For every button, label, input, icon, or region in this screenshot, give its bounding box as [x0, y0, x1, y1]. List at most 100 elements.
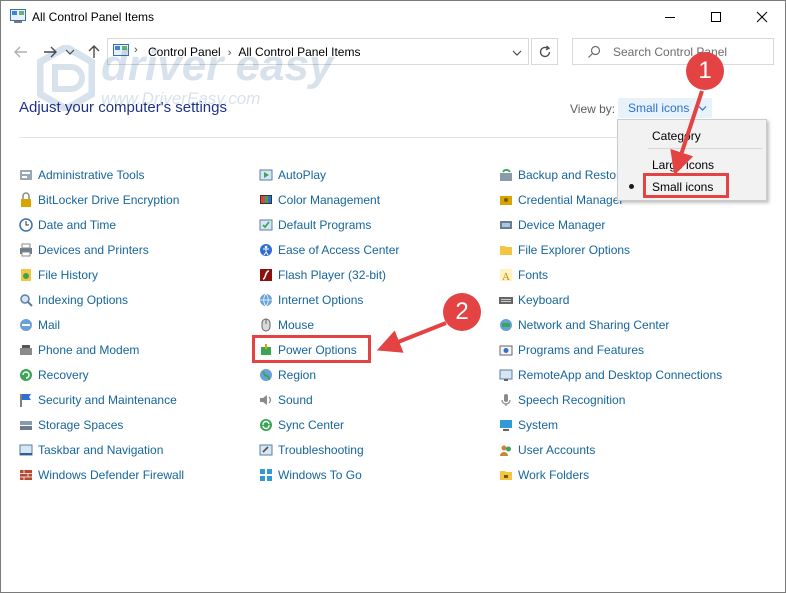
close-button[interactable] [739, 1, 785, 33]
control-panel-item-default-programs[interactable]: Default Programs [258, 215, 371, 235]
control-panel-item-mail[interactable]: Mail [18, 315, 60, 335]
users-icon [500, 445, 511, 456]
control-panel-item-device-manager[interactable]: Device Manager [498, 215, 605, 235]
item-label: Flash Player (32-bit) [278, 268, 387, 282]
control-panel-item-system[interactable]: System [498, 415, 558, 435]
firewall-icon [20, 470, 32, 480]
item-label: Troubleshooting [278, 443, 364, 457]
speech-icon [501, 394, 511, 406]
control-panel-item-credential[interactable]: Credential Manager [498, 190, 623, 210]
device-manager-icon [500, 221, 512, 229]
taskbar-icon [19, 444, 33, 456]
admin-tools-icon [20, 170, 32, 180]
maximize-icon [711, 12, 721, 22]
maximize-button[interactable] [693, 1, 739, 33]
minimize-button[interactable] [647, 1, 693, 33]
item-label: Recovery [38, 368, 89, 382]
item-label: Internet Options [278, 293, 364, 307]
clock-icon [19, 218, 33, 232]
item-label: File History [38, 268, 99, 282]
control-panel-item-clock[interactable]: Date and Time [18, 215, 116, 235]
item-label: RemoteApp and Desktop Connections [518, 368, 723, 382]
refresh-button[interactable] [531, 38, 558, 65]
dropdown-option-large-icons[interactable]: Large icons [652, 158, 714, 172]
search-input[interactable]: Search Control Panel [572, 38, 774, 65]
control-panel-item-phone[interactable]: Phone and Modem [18, 340, 139, 360]
item-label: Credential Manager [518, 193, 624, 207]
item-label: BitLocker Drive Encryption [38, 193, 180, 207]
close-icon [756, 11, 768, 23]
view-by-value: Small icons [628, 101, 690, 115]
control-panel-item-network[interactable]: Network and Sharing Center [498, 315, 669, 335]
control-panel-item-ease-access[interactable]: Ease of Access Center [258, 240, 399, 260]
fonts-icon: A [500, 269, 512, 283]
chevron-down-icon[interactable] [512, 49, 522, 57]
control-panel-item-sound[interactable]: Sound [258, 390, 313, 410]
item-label: Programs and Features [518, 343, 645, 357]
item-label: User Accounts [518, 443, 596, 457]
view-by-label: View by: [570, 102, 616, 116]
control-panel-item-work-folders[interactable]: Work Folders [498, 465, 589, 485]
control-panel-item-windows-to-go[interactable]: Windows To Go [258, 465, 362, 485]
folder-icon [500, 246, 512, 255]
control-panel-item-users[interactable]: User Accounts [498, 440, 595, 460]
mouse-icon [261, 318, 271, 332]
item-label: Sync Center [278, 418, 345, 432]
control-panel-item-bitlocker[interactable]: BitLocker Drive Encryption [18, 190, 179, 210]
control-panel-item-remoteapp[interactable]: RemoteApp and Desktop Connections [498, 365, 722, 385]
control-panel-item-region[interactable]: Region [258, 365, 316, 385]
step-2-badge: 2 [443, 293, 481, 331]
item-label: Network and Sharing Center [518, 318, 670, 332]
item-label: Security and Maintenance [38, 393, 177, 407]
page-title: Adjust your computer's settings [19, 99, 227, 116]
control-panel-item-keyboard[interactable]: Keyboard [498, 290, 569, 310]
backup-icon [500, 169, 512, 181]
item-label: Sound [278, 393, 313, 407]
view-by-select[interactable]: Small icons [618, 98, 712, 118]
storage-icon [20, 421, 32, 430]
control-panel-item-mouse[interactable]: Mouse [258, 315, 314, 335]
control-panel-item-taskbar[interactable]: Taskbar and Navigation [18, 440, 163, 460]
remoteapp-icon [499, 369, 513, 381]
recovery-icon [20, 369, 32, 381]
file-history-icon [21, 269, 31, 281]
title-bar[interactable]: All Control Panel Items [1, 1, 785, 33]
search-icon [588, 45, 601, 58]
control-panel-item-firewall[interactable]: Windows Defender Firewall [18, 465, 184, 485]
control-panel-item-sync[interactable]: Sync Center [258, 415, 344, 435]
control-panel-item-autoplay[interactable]: AutoPlay [258, 165, 326, 185]
control-panel-item-backup[interactable]: Backup and Restore [498, 165, 627, 185]
control-panel-item-admin-tools[interactable]: Administrative Tools [18, 165, 145, 185]
dropdown-separator [648, 148, 762, 149]
arrow-step-2 [376, 321, 447, 353]
svg-text:A: A [502, 271, 510, 283]
control-panel-item-storage[interactable]: Storage Spaces [18, 415, 123, 435]
control-panel-item-fonts[interactable]: A Fonts [498, 265, 548, 285]
control-panel-item-folder[interactable]: File Explorer Options [498, 240, 630, 260]
item-label: Work Folders [518, 468, 590, 482]
item-label: AutoPlay [278, 168, 327, 182]
back-button[interactable] [10, 41, 32, 63]
item-label: Speech Recognition [518, 393, 626, 407]
control-panel-item-printer[interactable]: Devices and Printers [18, 240, 149, 260]
item-label: Fonts [518, 268, 549, 282]
control-panel-item-color[interactable]: Color Management [258, 190, 380, 210]
control-panel-item-recovery[interactable]: Recovery [18, 365, 89, 385]
watermark-brand: driver easy [101, 41, 334, 90]
control-panel-item-internet[interactable]: Internet Options [258, 290, 363, 310]
control-panel-item-troubleshooting[interactable]: Troubleshooting [258, 440, 364, 460]
item-label: Device Manager [518, 218, 606, 232]
control-panel-item-flash[interactable]: Flash Player (32-bit) [258, 265, 386, 285]
control-panel-item-programs[interactable]: Programs and Features [498, 340, 644, 360]
dropdown-option-category[interactable]: Category [652, 129, 701, 143]
item-label: Region [278, 368, 317, 382]
autoplay-icon [259, 169, 273, 181]
region-icon [260, 369, 272, 381]
control-panel-item-flag[interactable]: Security and Maintenance [18, 390, 177, 410]
control-panel-item-indexing[interactable]: Indexing Options [18, 290, 128, 310]
control-panel-item-speech[interactable]: Speech Recognition [498, 390, 625, 410]
system-icon [500, 420, 512, 431]
control-panel-item-file-history[interactable]: File History [18, 265, 98, 285]
chevron-down-icon [698, 106, 707, 111]
selected-radio-dot-icon [629, 184, 634, 189]
